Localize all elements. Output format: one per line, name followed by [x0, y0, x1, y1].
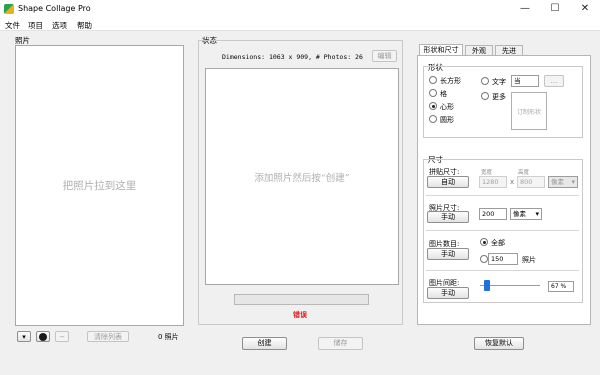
width-height-separator: x [510, 178, 515, 186]
save-button[interactable]: 储存 [318, 337, 363, 350]
menu-project[interactable]: 项目 [28, 20, 43, 31]
size-divider-3 [426, 270, 579, 271]
close-button[interactable]: ✕ [570, 0, 600, 18]
collage-height-input[interactable]: 800 [517, 176, 545, 188]
collage-width-input[interactable]: 1280 [479, 176, 507, 188]
shape-grid-radio[interactable] [429, 89, 437, 97]
width-label: 宽度 [481, 170, 493, 176]
custom-shape-box[interactable]: 订制形状 [511, 92, 547, 130]
size-divider-2 [426, 230, 579, 231]
tab-shape-size[interactable]: 形状和尺寸 [419, 44, 463, 55]
shape-rectangle-radio[interactable] [429, 76, 437, 84]
add-photos-button[interactable]: ▾ [17, 331, 31, 342]
minimize-button[interactable]: — [510, 0, 540, 18]
edit-button[interactable]: 编辑 [372, 50, 397, 62]
shape-more-label: 更多 [492, 93, 506, 101]
dimensions-info: Dimensions: 1063 x 909, # Photos: 26 [222, 53, 363, 61]
maximize-button[interactable]: ☐ [540, 0, 570, 18]
error-label: 错误 [293, 311, 307, 319]
collage-unit-select[interactable]: 像素 [548, 176, 578, 188]
height-label: 高度 [518, 170, 530, 176]
shape-text-input[interactable]: 当 [511, 75, 539, 87]
custom-shape-label: 订制形状 [516, 109, 541, 116]
photo-count-manual-button[interactable]: 手动 [427, 248, 469, 260]
photo-drop-area[interactable]: 把照片拉到这里 [15, 45, 184, 326]
spacing-slider-thumb[interactable] [484, 280, 491, 291]
photo-size-unit-select[interactable]: 像素 [510, 208, 542, 220]
shape-heart-radio[interactable] [429, 102, 437, 110]
photo-count-unit: 照片 [522, 256, 536, 264]
web-photos-button[interactable] [36, 331, 50, 342]
photo-count-all-radio[interactable] [480, 238, 488, 246]
shape-grid-label: 格 [440, 90, 447, 98]
photo-drop-placeholder: 把照片拉到这里 [62, 180, 137, 192]
title-bar: Shape Collage Pro — ☐ ✕ [0, 0, 600, 18]
create-button[interactable]: 创建 [242, 337, 287, 350]
progress-bar [234, 294, 369, 305]
menu-help[interactable]: 帮助 [77, 20, 92, 31]
restore-defaults-button[interactable]: 恢复默认 [474, 337, 524, 350]
preview-placeholder: 添加照片然后按“创建” [254, 173, 350, 184]
shape-text-label: 文字 [492, 78, 506, 86]
tab-appearance[interactable]: 外观 [465, 45, 493, 55]
remove-photo-button[interactable]: − [55, 331, 69, 342]
shape-heart-label: 心形 [440, 103, 454, 111]
photo-count-input[interactable]: 150 [488, 253, 518, 265]
collage-size-auto-button[interactable]: 自动 [427, 176, 469, 188]
menu-file[interactable]: 文件 [5, 20, 20, 31]
shape-circle-label: 圆形 [440, 116, 454, 124]
window-title: Shape Collage Pro [18, 4, 91, 13]
shape-text-browse-button[interactable]: ... [544, 75, 564, 87]
globe-icon [39, 333, 47, 341]
shape-more-radio[interactable] [481, 92, 489, 100]
tab-advanced[interactable]: 先进 [495, 45, 523, 55]
shape-rectangle-label: 长方形 [440, 77, 461, 85]
app-logo-icon [4, 4, 14, 14]
photo-count: 0 照片 [158, 333, 179, 341]
photo-size-manual-button[interactable]: 手动 [427, 211, 469, 223]
menu-options[interactable]: 选项 [52, 20, 67, 31]
shape-text-radio[interactable] [481, 77, 489, 85]
spacing-manual-button[interactable]: 手动 [427, 287, 469, 299]
spacing-percent-input[interactable]: 67 % [548, 281, 574, 292]
size-divider-1 [426, 195, 579, 196]
collage-preview: 添加照片然后按“创建” [205, 68, 399, 285]
shape-circle-radio[interactable] [429, 115, 437, 123]
photo-count-all-label: 全部 [491, 239, 505, 247]
clear-list-button[interactable]: 清除列表 [87, 331, 129, 342]
photo-size-input[interactable]: 200 [479, 208, 507, 220]
photo-count-custom-radio[interactable] [480, 255, 488, 263]
